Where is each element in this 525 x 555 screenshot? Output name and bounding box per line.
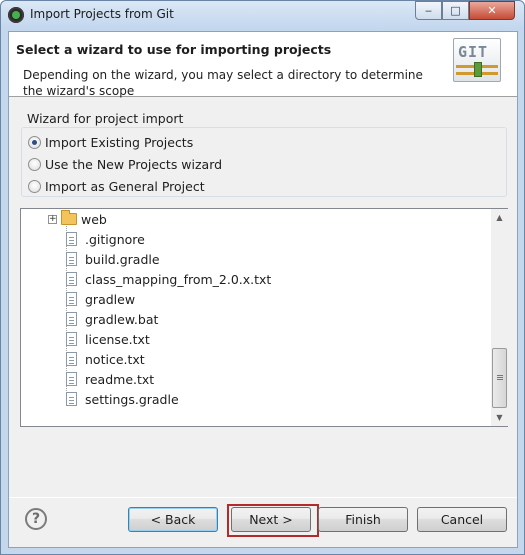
- git-logo-icon: GIT: [453, 38, 501, 82]
- footer-separator: [9, 497, 517, 498]
- expand-icon[interactable]: +: [48, 214, 57, 224]
- eclipse-app-icon: [8, 7, 24, 23]
- dialog-window: Import Projects from Git ‒ □ ✕ Select a …: [0, 0, 525, 555]
- wizard-group-label: Wizard for project import: [27, 111, 184, 126]
- scroll-down-icon[interactable]: ▼: [491, 409, 508, 426]
- tree-file[interactable]: build.gradle: [66, 249, 160, 269]
- finish-button[interactable]: Finish: [318, 507, 408, 532]
- file-icon: [66, 272, 77, 286]
- tree-item-label: class_mapping_from_2.0.x.txt: [85, 271, 272, 287]
- banner-title: Select a wizard to use for importing pro…: [16, 42, 332, 57]
- radio-unselected-icon[interactable]: [28, 158, 41, 171]
- tree-folder-web[interactable]: + web: [48, 209, 107, 229]
- help-icon[interactable]: ?: [25, 508, 47, 530]
- tree-item-label: notice.txt: [85, 351, 145, 367]
- tree-item-label: readme.txt: [85, 371, 155, 387]
- tree-file[interactable]: license.txt: [66, 329, 150, 349]
- tree-item-label: build.gradle: [85, 251, 160, 267]
- tree-item-label: gradlew: [85, 291, 136, 307]
- tree-item-label: settings.gradle: [85, 391, 179, 407]
- tree-item-label: .gitignore: [85, 231, 145, 247]
- vertical-scrollbar[interactable]: ▲ ▼: [491, 209, 508, 426]
- file-icon: [66, 252, 77, 266]
- maximize-button[interactable]: □: [442, 1, 469, 20]
- file-icon: [66, 372, 77, 386]
- radio-import-existing-projects[interactable]: Import Existing Projects: [28, 135, 193, 150]
- radio-label: Use the New Projects wizard: [45, 157, 223, 172]
- radio-label: Import as General Project: [45, 179, 205, 194]
- radio-use-new-projects-wizard[interactable]: Use the New Projects wizard: [28, 157, 222, 172]
- banner-description: Depending on the wizard, you may select …: [23, 68, 423, 98]
- file-icon: [66, 292, 77, 306]
- radio-label: Import Existing Projects: [45, 135, 194, 150]
- file-icon: [66, 392, 77, 406]
- dialog-client-area: Select a wizard to use for importing pro…: [8, 31, 518, 548]
- tree-items: + web .gitignore build.gradle class_mapp…: [21, 209, 491, 426]
- back-button[interactable]: < Back: [128, 507, 218, 532]
- file-icon: [66, 232, 77, 246]
- tree-file[interactable]: gradlew: [66, 289, 135, 309]
- scroll-up-icon[interactable]: ▲: [491, 209, 508, 226]
- tree-item-label: gradlew.bat: [85, 311, 159, 327]
- git-logo-text: GIT: [458, 43, 489, 61]
- radio-selected-icon[interactable]: [28, 136, 41, 149]
- radio-import-as-general-project[interactable]: Import as General Project: [28, 179, 205, 194]
- file-icon: [66, 352, 77, 366]
- tree-item-label: license.txt: [85, 331, 150, 347]
- next-button-highlight: [227, 504, 319, 537]
- git-logo-marker: [474, 62, 482, 77]
- tree-file[interactable]: readme.txt: [66, 369, 154, 389]
- tree-file[interactable]: notice.txt: [66, 349, 145, 369]
- file-icon: [66, 332, 77, 346]
- folder-icon: [61, 210, 77, 225]
- radio-unselected-icon[interactable]: [28, 180, 41, 193]
- minimize-button[interactable]: ‒: [415, 1, 442, 20]
- title-bar[interactable]: Import Projects from Git ‒ □ ✕: [1, 1, 524, 29]
- close-button[interactable]: ✕: [469, 1, 515, 20]
- file-icon: [66, 312, 77, 326]
- window-title: Import Projects from Git: [30, 7, 174, 21]
- tree-item-label: web: [81, 211, 107, 227]
- tree-file[interactable]: .gitignore: [66, 229, 145, 249]
- scroll-thumb[interactable]: [492, 348, 507, 408]
- wizard-banner: Select a wizard to use for importing pro…: [9, 32, 517, 98]
- tree-file[interactable]: settings.gradle: [66, 389, 179, 409]
- tree-file[interactable]: gradlew.bat: [66, 309, 158, 329]
- project-tree[interactable]: + web .gitignore build.gradle class_mapp…: [20, 208, 508, 427]
- cancel-button[interactable]: Cancel: [417, 507, 507, 532]
- tree-file[interactable]: class_mapping_from_2.0.x.txt: [66, 269, 271, 289]
